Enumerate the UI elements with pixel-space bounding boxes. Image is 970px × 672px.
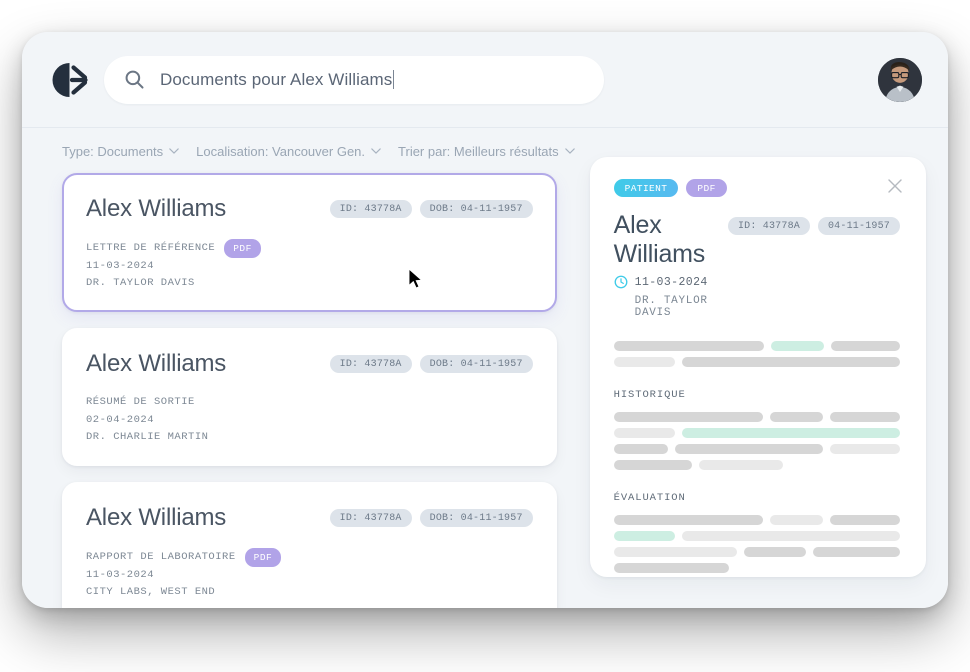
result-card-header: Alex Williams ID: 43778A DOB: 04-11-1957 [86,195,533,223]
search-input-value: Documents pour Alex Williams [160,70,392,89]
filter-location-label: Localisation: Vancouver Gen. [196,144,365,159]
screenshot-stage: Documents pour Alex Williams [0,0,970,672]
filter-type-label: Type: Documents [62,144,163,159]
pdf-badge: PDF [224,239,261,258]
close-icon[interactable] [886,177,904,195]
result-doctype: RÉSUMÉ DE SORTIE [86,394,195,411]
historique-content-placeholder [614,412,900,470]
result-card-header: Alex Williams ID: 43778A DOB: 04-11-1957 [86,350,533,378]
avatar-image [878,58,922,102]
detail-author: DR. TAYLOR DAVIS [635,295,728,319]
detail-date-row: 11-03-2024 [614,275,728,289]
placeholder-row [614,428,900,438]
placeholder-row [614,357,900,367]
filter-type[interactable]: Type: Documents [62,144,179,159]
result-doctype: RAPPORT DE LABORATOIRE [86,549,236,566]
placeholder-row [614,460,900,470]
filter-sort-label: Trier par: Meilleurs résultats [398,144,559,159]
patient-dob-pill: 04-11-1957 [818,217,900,235]
body-area: Type: Documents Localisation: Vancouver … [22,128,948,608]
result-card[interactable]: Alex Williams ID: 43778A DOB: 04-11-1957… [62,482,557,608]
result-doctype-row: RÉSUMÉ DE SORTIE [86,394,533,411]
result-doctype-row: RAPPORT DE LABORATOIRE PDF [86,548,533,567]
placeholder-row [614,563,900,573]
logo-svg [50,61,90,99]
pdf-tag: PDF [686,179,726,197]
placeholder-row [614,515,900,525]
app-window: Documents pour Alex Williams [22,32,948,608]
result-doctype: LETTRE DE RÉFÉRENCE [86,240,215,257]
clock-icon [614,275,628,289]
result-meta: RAPPORT DE LABORATOIRE PDF 11-03-2024 CI… [86,548,533,601]
result-name: Alex Williams [86,504,226,532]
chevron-down-icon [169,148,179,154]
search-bar[interactable]: Documents pour Alex Williams [104,56,604,104]
patient-dob-pill: DOB: 04-11-1957 [420,200,533,218]
result-date: 11-03-2024 [86,258,533,275]
result-author: CITY LABS, WEST END [86,584,533,601]
patient-id-pill: ID: 43778A [728,217,810,235]
patient-id-pill: ID: 43778A [330,200,412,218]
placeholder-row [614,547,900,557]
placeholder-row [614,412,900,422]
result-card-header: Alex Williams ID: 43778A DOB: 04-11-1957 [86,504,533,532]
patient-dob-pill: DOB: 04-11-1957 [420,355,533,373]
detail-tags: PATIENT PDF [614,179,900,197]
filter-sort[interactable]: Trier par: Meilleurs résultats [398,144,575,159]
patient-id-pill: ID: 43778A [330,509,412,527]
patient-id-pill: ID: 43778A [330,355,412,373]
detail-date: 11-03-2024 [635,276,708,289]
result-pills: ID: 43778A DOB: 04-11-1957 [330,509,533,527]
page-title: Alex Williams [614,211,728,269]
result-meta: LETTRE DE RÉFÉRENCE PDF 11-03-2024 DR. T… [86,239,533,292]
filter-location[interactable]: Localisation: Vancouver Gen. [196,144,381,159]
avatar[interactable] [878,58,922,102]
crescent-arrow-logo-icon[interactable] [48,58,92,102]
result-pills: ID: 43778A DOB: 04-11-1957 [330,200,533,218]
result-meta: RÉSUMÉ DE SORTIE 02-04-2024 DR. CHARLIE … [86,394,533,446]
text-cursor [393,70,394,89]
chevron-down-icon [565,148,575,154]
pdf-badge: PDF [245,548,282,567]
result-card[interactable]: Alex Williams ID: 43778A DOB: 04-11-1957… [62,173,557,312]
placeholder-row [614,531,900,541]
result-card[interactable]: Alex Williams ID: 43778A DOB: 04-11-1957… [62,328,557,466]
search-icon [124,69,146,91]
result-date: 02-04-2024 [86,412,533,429]
patient-tag: PATIENT [614,179,679,197]
detail-column: PATIENT PDF Alex Williams [575,128,948,608]
result-author: DR. CHARLIE MARTIN [86,429,533,446]
detail-pills: ID: 43778A 04-11-1957 [728,217,900,235]
intro-content-placeholder [614,341,900,367]
result-date: 11-03-2024 [86,567,533,584]
result-author: DR. TAYLOR DAVIS [86,275,533,292]
result-name: Alex Williams [86,350,226,378]
detail-title-block: Alex Williams 11-03-2024 DR. TAYLOR DAVI… [614,211,728,319]
evaluation-content-placeholder [614,515,900,577]
detail-panel: PATIENT PDF Alex Williams [590,157,926,577]
patient-dob-pill: DOB: 04-11-1957 [420,509,533,527]
search-input[interactable]: Documents pour Alex Williams [160,70,394,90]
placeholder-row [614,341,900,351]
detail-header: Alex Williams 11-03-2024 DR. TAYLOR DAVI… [614,211,900,319]
results-column: Type: Documents Localisation: Vancouver … [22,128,575,608]
placeholder-row [614,444,900,454]
section-title-historique: HISTORIQUE [614,389,900,401]
top-bar: Documents pour Alex Williams [22,32,948,128]
filter-bar: Type: Documents Localisation: Vancouver … [40,128,575,170]
chevron-down-icon [371,148,381,154]
results-list[interactable]: Alex Williams ID: 43778A DOB: 04-11-1957… [40,170,575,608]
section-title-evaluation: ÉVALUATION [614,492,900,504]
result-name: Alex Williams [86,195,226,223]
result-pills: ID: 43778A DOB: 04-11-1957 [330,355,533,373]
result-doctype-row: LETTRE DE RÉFÉRENCE PDF [86,239,533,258]
